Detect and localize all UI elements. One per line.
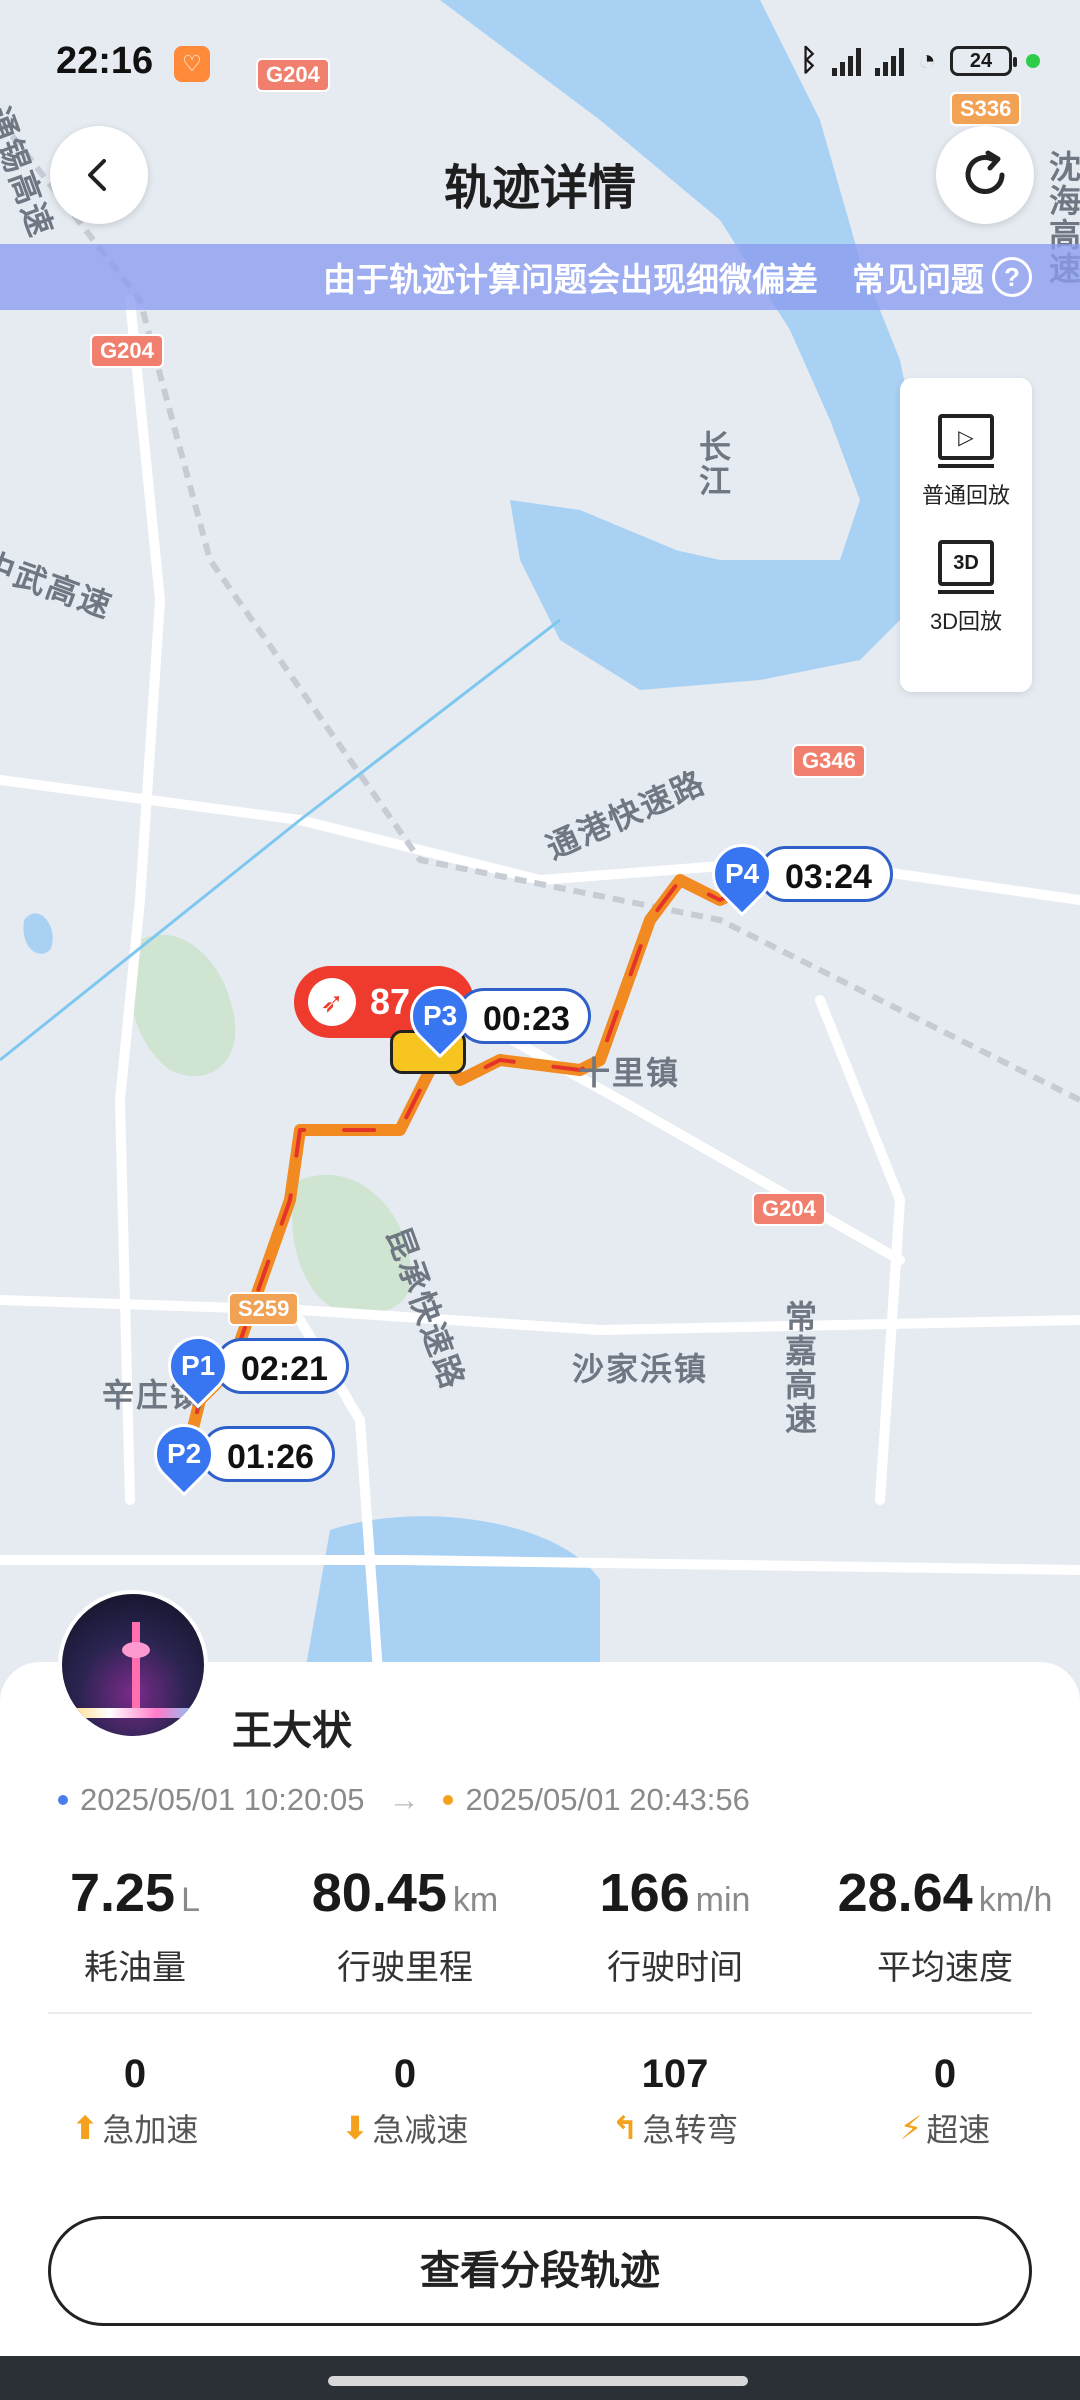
stat-fuel-unit: L: [181, 1881, 201, 1919]
event-rapid-decel: 0 ⬇ 急减速: [270, 2052, 540, 2151]
stat-fuel-value: 7.25: [69, 1863, 176, 1923]
3d-playback-button[interactable]: 3D 3D回放: [930, 540, 1002, 636]
stat-duration: 166 min 行驶时间: [540, 1862, 810, 1989]
stat-duration-unit: min: [695, 1881, 751, 1919]
map-label-changjia-expressway: 常嘉高速: [781, 1300, 817, 1436]
marker-p1-id: P1: [180, 1350, 216, 1381]
refresh-button[interactable]: [936, 126, 1034, 224]
marker-p3[interactable]: P3 00:23: [397, 973, 591, 1059]
trip-stats: 7.25 L 耗油量 80.45 km 行驶里程 166 min 行驶时间 28.64…: [0, 1862, 1080, 1989]
start-time: 2025/05/01 10:20:05: [80, 1782, 365, 1817]
stat-avg-speed: 28.64 km/h 平均速度: [810, 1862, 1080, 1989]
end-dot-icon: [443, 1795, 454, 1805]
play-icon: ▷: [937, 414, 994, 468]
home-indicator[interactable]: [328, 2376, 748, 2386]
avatar[interactable]: [58, 1590, 208, 1740]
event-rapid-accel: 0 ⬆ 急加速: [0, 2052, 270, 2151]
marker-p2[interactable]: P2 01:26: [141, 1411, 335, 1497]
stat-distance-label: 行驶里程: [337, 1949, 473, 1987]
event-speeding: 0 ⚡ 超速: [810, 2052, 1080, 2151]
event-speeding-label: 超速: [926, 2112, 991, 2148]
wifi-icon: ◔: [917, 44, 936, 77]
road-shield-g204: G204: [752, 1192, 826, 1226]
event-rapid-accel-label: 急加速: [102, 2112, 199, 2148]
battery-icon: 24: [950, 46, 1017, 76]
normal-playback-button[interactable]: ▷ 普通回放: [922, 414, 1010, 510]
stat-avg-speed-label: 平均速度: [877, 1949, 1013, 1987]
event-sharp-turn-count: 107: [641, 2052, 709, 2096]
marker-p1-time: 02:21: [214, 1338, 349, 1394]
rapid-accel-icon: ⬆: [71, 2110, 99, 2146]
road-shield-g346: G346: [792, 744, 866, 778]
map-label-yangtze: 长江: [695, 430, 731, 498]
event-speeding-count: 0: [933, 2052, 957, 2096]
view-segments-button[interactable]: 查看分段轨迹: [48, 2216, 1032, 2326]
stat-avg-speed-value: 28.64: [837, 1863, 973, 1923]
marker-p1[interactable]: P1 02:21: [155, 1323, 349, 1409]
marker-p4-time: 03:24: [758, 846, 893, 902]
status-time: 22:16: [56, 40, 154, 82]
marker-p2-time: 01:26: [200, 1426, 335, 1482]
divider: [48, 2012, 1032, 2014]
stat-avg-speed-unit: km/h: [978, 1881, 1053, 1919]
stat-fuel-label: 耗油量: [84, 1949, 186, 1987]
stat-distance-unit: km: [452, 1881, 499, 1919]
marker-p2-id: P2: [166, 1438, 202, 1469]
faq-link[interactable]: 常见问题 ?: [852, 253, 1032, 301]
page-title: 轨迹详情: [443, 162, 636, 215]
road-shield-s259: S259: [228, 1292, 300, 1326]
3d-icon: 3D: [938, 540, 994, 594]
privacy-indicator-icon: [1026, 54, 1040, 68]
arrow-right-icon: →: [388, 1782, 420, 1817]
event-sharp-turn: 107 ↰ 急转弯: [540, 2052, 810, 2151]
marker-p4[interactable]: P4 03:24: [699, 831, 893, 917]
help-icon: ?: [992, 257, 1032, 297]
playback-panel: ▷ 普通回放 3D 3D回放: [900, 378, 1032, 692]
status-icons: ᛒ ◔ 24: [800, 44, 1040, 78]
system-nav-bar: [0, 2356, 1080, 2400]
event-sharp-turn-label: 急转弯: [642, 2112, 739, 2148]
notice-text: 由于轨迹计算问题会出现细微偏差: [323, 261, 818, 298]
event-rapid-decel-count: 0: [393, 2052, 417, 2096]
status-bar: 22:16 ♡ ᛒ ◔ 24: [0, 0, 1080, 120]
signal-icon: [874, 46, 904, 76]
rocket-icon: ➶: [308, 978, 356, 1026]
bluetooth-icon: ᛒ: [799, 44, 818, 77]
event-rapid-decel-label: 急减速: [372, 2112, 469, 2148]
normal-playback-label: 普通回放: [921, 483, 1010, 508]
driving-events: 0 ⬆ 急加速 0 ⬇ 急减速 107 ↰ 急转弯 0 ⚡ 超速: [0, 2052, 1080, 2151]
map-label-shajiabang-town: 沙家浜镇: [572, 1351, 709, 1387]
map-label-shili-town: 十里镇: [578, 1055, 681, 1091]
end-time: 2025/05/01 20:43:56: [465, 1782, 750, 1817]
speeding-icon: ⚡: [899, 2110, 923, 2146]
user-name: 王大状: [232, 1709, 352, 1753]
stat-distance: 80.45 km 行驶里程: [270, 1862, 540, 1989]
3d-playback-label: 3D回放: [929, 609, 1003, 634]
trip-time-range: 2025/05/01 10:20:05 → 2025/05/01 20:43:5…: [58, 1782, 750, 1818]
marker-p4-id: P4: [724, 858, 760, 889]
marker-p3-time: 00:23: [456, 988, 591, 1044]
rapid-decel-icon: ⬇: [341, 2110, 369, 2146]
start-dot-icon: [58, 1795, 68, 1805]
stat-fuel: 7.25 L 耗油量: [0, 1862, 270, 1989]
max-speed-value: 87: [370, 981, 411, 1022]
stat-duration-value: 166: [599, 1863, 690, 1923]
signal-icon: [831, 46, 861, 76]
marker-p3-id: P3: [422, 1000, 458, 1031]
stat-distance-value: 80.45: [311, 1863, 447, 1923]
stat-duration-label: 行驶时间: [607, 1949, 743, 1987]
notice-banner: 由于轨迹计算问题会出现细微偏差 常见问题 ?: [0, 244, 1080, 310]
refresh-icon: [965, 150, 1005, 194]
road-shield-g204: G204: [90, 334, 164, 368]
faq-label: 常见问题: [852, 261, 984, 298]
event-rapid-accel-count: 0: [123, 2052, 147, 2096]
app-notification-icon: ♡: [174, 46, 210, 82]
sharp-turn-icon: ↰: [611, 2110, 639, 2146]
